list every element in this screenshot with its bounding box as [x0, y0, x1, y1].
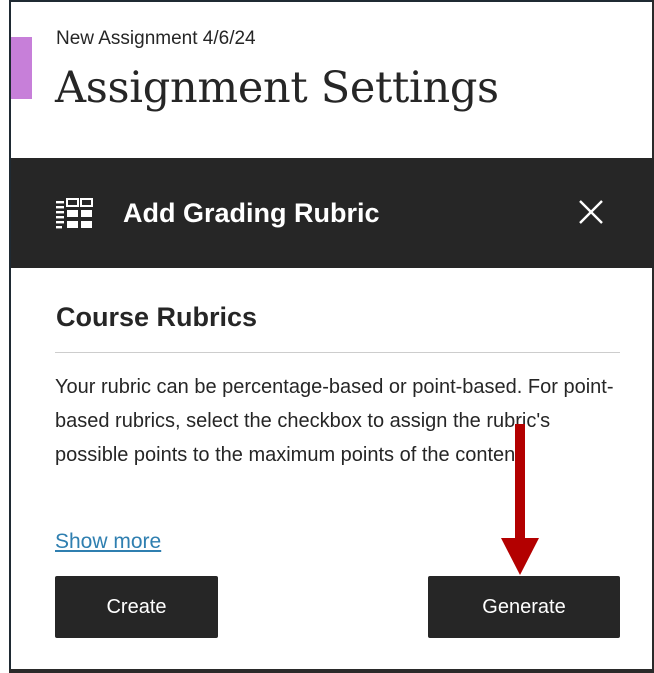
rubric-grid-icon — [56, 198, 93, 229]
create-button[interactable]: Create — [55, 576, 218, 638]
generate-button[interactable]: Generate — [428, 576, 620, 638]
close-icon[interactable] — [571, 192, 611, 232]
left-border — [9, 0, 11, 673]
section-title: Course Rubrics — [56, 302, 258, 332]
bottom-border — [9, 669, 654, 673]
side-tab-accent[interactable] — [11, 37, 32, 99]
show-more-link[interactable]: Show more — [55, 530, 161, 554]
page-title: Assignment Settings — [55, 63, 499, 113]
red-arrow-annotation — [501, 424, 539, 575]
panel-header: Add Grading Rubric — [11, 158, 654, 268]
section-divider — [55, 352, 620, 353]
top-border — [9, 0, 654, 2]
breadcrumb: New Assignment 4/6/24 — [56, 28, 256, 49]
panel-title: Add Grading Rubric — [123, 198, 380, 228]
